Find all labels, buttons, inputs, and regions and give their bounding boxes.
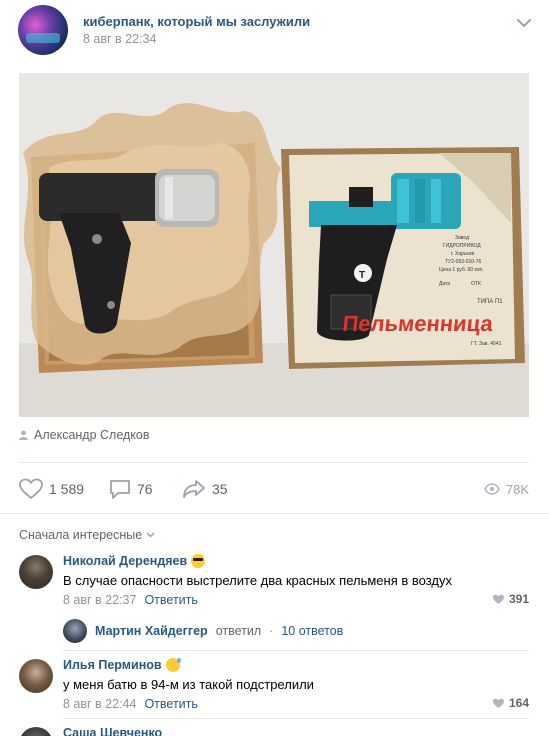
chevron-down-icon[interactable] — [516, 17, 532, 29]
replies-count-link[interactable]: 10 ответов — [281, 624, 343, 638]
separator-dot: · — [269, 624, 274, 638]
commenter-avatar[interactable] — [19, 727, 53, 736]
person-icon — [19, 430, 28, 440]
commenter-avatar[interactable] — [19, 659, 53, 693]
comment-item: Илья Перминов у меня батю в 94-м из тако… — [19, 658, 529, 718]
small-heart-icon — [492, 698, 504, 708]
comment-item: Николай Дерендяев В случае опасности выс… — [19, 554, 529, 614]
divider — [63, 718, 529, 719]
comment-meta: 8 авг в 22:44 Ответить — [63, 697, 198, 711]
commenter-name-text[interactable]: Илья Перминов — [63, 658, 162, 672]
svg-text:Дата: Дата — [439, 281, 450, 287]
sweat-face-emoji-icon — [165, 658, 181, 672]
commenter-name-text[interactable]: Саша Шевченко — [63, 726, 162, 736]
replier-avatar[interactable] — [63, 619, 87, 643]
reply-button[interactable]: Ответить — [144, 593, 197, 607]
speech-bubble-icon — [110, 480, 130, 499]
like-count: 1 589 — [49, 481, 85, 497]
chevron-down-icon — [146, 532, 155, 538]
commenter-name[interactable]: Илья Перминов — [63, 658, 181, 672]
photo-illustration: T Завод ГИДРОПРИВОД г. Харьков ТУ2-053-0… — [19, 73, 529, 417]
svg-text:Цена 1 руб. 60 коп.: Цена 1 руб. 60 коп. — [439, 267, 484, 273]
views-count: 78K — [505, 481, 529, 497]
replied-text: ответил — [215, 624, 262, 638]
comment-meta: 8 авг в 22:37 Ответить — [63, 593, 198, 607]
small-heart-icon — [492, 594, 504, 604]
group-avatar[interactable] — [18, 5, 68, 55]
sort-label: Сначала интересные — [19, 528, 143, 542]
comment-like-count: 164 — [508, 696, 529, 710]
share-count: 35 — [212, 481, 228, 497]
svg-text:ОТК: ОТК — [471, 281, 481, 287]
comment-date[interactable]: 8 авг в 22:37 — [63, 593, 136, 607]
svg-text:ГИДРОПРИВОД: ГИДРОПРИВОД — [443, 243, 481, 249]
photo-author[interactable]: Александр Следков — [19, 428, 150, 442]
commenter-name[interactable]: Саша Шевченко — [63, 726, 162, 736]
comment-like-count: 391 — [508, 592, 529, 606]
share-arrow-icon — [183, 480, 205, 498]
commenter-name-text[interactable]: Николай Дерендяев — [63, 554, 187, 568]
group-name-link[interactable]: киберпанк, который мы заслужили — [83, 14, 310, 29]
svg-text:ТИПА П1: ТИПА П1 — [477, 299, 503, 305]
comment-text: В случае опасности выстрелите два красны… — [63, 573, 452, 588]
comment-like-button[interactable]: 391 — [492, 592, 529, 606]
reply-button[interactable]: Ответить — [144, 697, 197, 711]
comments-sort-dropdown[interactable]: Сначала интересные — [19, 528, 155, 542]
author-name[interactable]: Александр Следков — [34, 428, 150, 442]
commenter-avatar[interactable] — [19, 555, 53, 589]
eye-icon — [484, 483, 500, 495]
svg-text:ТУ2-053-010-76: ТУ2-053-010-76 — [445, 259, 481, 265]
box-label: Пельменница — [341, 311, 494, 336]
svg-text:г. Харьков: г. Харьков — [451, 251, 475, 257]
comment-date[interactable]: 8 авг в 22:44 — [63, 697, 136, 711]
post-photo[interactable]: T Завод ГИДРОПРИВОД г. Харьков ТУ2-053-0… — [19, 73, 529, 417]
comment-item: Саша Шевченко — [19, 726, 529, 736]
views-counter: 78K — [484, 476, 529, 502]
comment-text: у меня батю в 94-м из такой подстрелили — [63, 677, 314, 692]
divider — [19, 462, 529, 463]
share-button[interactable]: 35 — [182, 476, 228, 502]
commenter-name[interactable]: Николай Дерендяев — [63, 554, 206, 568]
comment-like-button[interactable]: 164 — [492, 696, 529, 710]
svg-text:T: T — [359, 270, 365, 281]
post-date[interactable]: 8 авг в 22:34 — [83, 32, 156, 46]
svg-text:ГТ. Зав. 4041: ГТ. Зав. 4041 — [471, 341, 502, 347]
post-actions: 1 589 76 35 78K — [19, 476, 529, 502]
comment-thread-link[interactable]: Мартин Хайдеггер ответил · 10 ответов — [63, 619, 343, 643]
divider — [63, 650, 529, 651]
heart-icon — [19, 478, 43, 499]
replier-name[interactable]: Мартин Хайдеггер — [95, 624, 208, 638]
like-button[interactable]: 1 589 — [19, 476, 84, 502]
cool-face-emoji-icon — [191, 554, 206, 568]
comment-button[interactable]: 76 — [109, 476, 153, 502]
comment-count: 76 — [137, 481, 153, 497]
divider — [0, 513, 549, 514]
svg-text:Завод: Завод — [455, 235, 469, 241]
post-header: киберпанк, который мы заслужили 8 авг в … — [18, 5, 538, 57]
